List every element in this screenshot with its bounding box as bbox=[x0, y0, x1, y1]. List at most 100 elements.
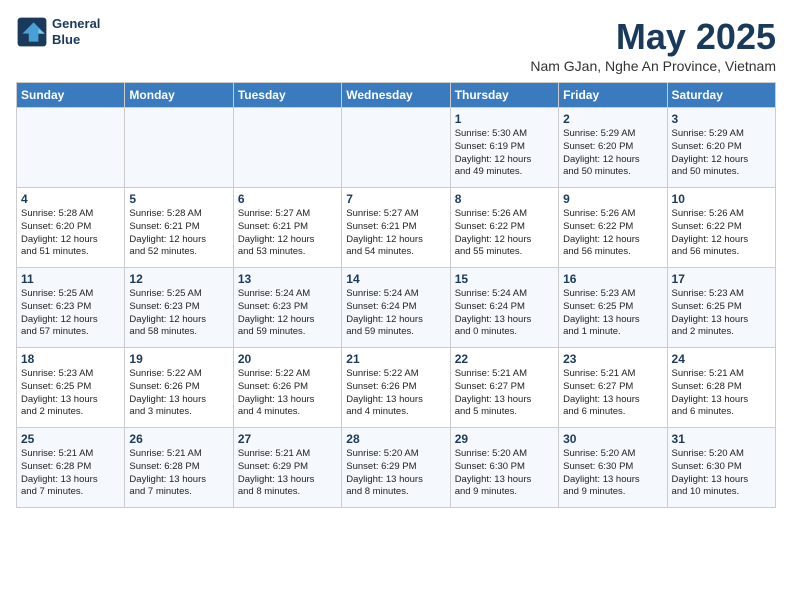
day-info: Sunrise: 5:28 AM Sunset: 6:21 PM Dayligh… bbox=[129, 208, 228, 259]
month-title: May 2025 bbox=[530, 16, 776, 58]
day-number: 17 bbox=[672, 272, 771, 286]
day-info: Sunrise: 5:24 AM Sunset: 6:24 PM Dayligh… bbox=[455, 288, 554, 339]
calendar-cell: 2 Sunrise: 5:29 AM Sunset: 6:20 PM Daylig… bbox=[559, 108, 667, 188]
calendar-cell: 1Sunrise: 5:30 AM Sunset: 6:19 PM Daylig… bbox=[450, 108, 558, 188]
day-info: Sunrise: 5:26 AM Sunset: 6:22 PM Dayligh… bbox=[455, 208, 554, 259]
calendar-cell: 24Sunrise: 5:21 AM Sunset: 6:28 PM Dayli… bbox=[667, 348, 775, 428]
calendar-week-5: 25 Sunrise: 5:21 AM Sunset: 6:28 PM Dayli… bbox=[17, 428, 776, 508]
weekday-header-wednesday: Wednesday bbox=[342, 83, 450, 108]
weekday-header-thursday: Thursday bbox=[450, 83, 558, 108]
day-number: 15 bbox=[455, 272, 554, 286]
day-info: Sunrise: 5:23 AM Sunset: 6:25 PM Dayligh… bbox=[21, 368, 120, 419]
day-number: 10 bbox=[672, 192, 771, 206]
calendar-cell: 23 Sunrise: 5:21 AM Sunset: 6:27 PM Dayli… bbox=[559, 348, 667, 428]
day-number: 16 bbox=[563, 272, 662, 286]
calendar-cell: 25 Sunrise: 5:21 AM Sunset: 6:28 PM Dayli… bbox=[17, 428, 125, 508]
day-info: Sunrise: 5:22 AM Sunset: 6:26 PM Dayligh… bbox=[346, 368, 445, 419]
calendar-cell: 27 Sunrise: 5:21 AM Sunset: 6:29 PM Dayli… bbox=[233, 428, 341, 508]
day-number: 8 bbox=[455, 192, 554, 206]
calendar-cell: 12 Sunrise: 5:25 AM Sunset: 6:23 PM Dayli… bbox=[125, 268, 233, 348]
day-info: Sunrise: 5:20 AM Sunset: 6:30 PM Dayligh… bbox=[455, 448, 554, 499]
day-info: Sunrise: 5:20 AM Sunset: 6:29 PM Dayligh… bbox=[346, 448, 445, 499]
day-info: Sunrise: 5:23 AM Sunset: 6:25 PM Dayligh… bbox=[563, 288, 662, 339]
day-info: Sunrise: 5:25 AM Sunset: 6:23 PM Dayligh… bbox=[21, 288, 120, 339]
calendar-week-1: 1Sunrise: 5:30 AM Sunset: 6:19 PM Daylig… bbox=[17, 108, 776, 188]
day-info: Sunrise: 5:27 AM Sunset: 6:21 PM Dayligh… bbox=[238, 208, 337, 259]
day-info: Sunrise: 5:29 AM Sunset: 6:20 PM Dayligh… bbox=[563, 128, 662, 179]
day-info: Sunrise: 5:21 AM Sunset: 6:27 PM Dayligh… bbox=[455, 368, 554, 419]
day-number: 27 bbox=[238, 432, 337, 446]
day-number: 25 bbox=[21, 432, 120, 446]
day-info: Sunrise: 5:27 AM Sunset: 6:21 PM Dayligh… bbox=[346, 208, 445, 259]
title-area: May 2025 Nam GJan, Nghe An Province, Vie… bbox=[530, 16, 776, 74]
day-number: 31 bbox=[672, 432, 771, 446]
day-number: 24 bbox=[672, 352, 771, 366]
day-number: 14 bbox=[346, 272, 445, 286]
day-info: Sunrise: 5:25 AM Sunset: 6:23 PM Dayligh… bbox=[129, 288, 228, 339]
day-info: Sunrise: 5:22 AM Sunset: 6:26 PM Dayligh… bbox=[238, 368, 337, 419]
day-number: 4 bbox=[21, 192, 120, 206]
calendar-cell: 17 Sunrise: 5:23 AM Sunset: 6:25 PM Dayli… bbox=[667, 268, 775, 348]
calendar-cell bbox=[125, 108, 233, 188]
day-number: 18 bbox=[21, 352, 120, 366]
logo-icon bbox=[16, 16, 48, 48]
day-info: Sunrise: 5:26 AM Sunset: 6:22 PM Dayligh… bbox=[672, 208, 771, 259]
day-info: Sunrise: 5:26 AM Sunset: 6:22 PM Dayligh… bbox=[563, 208, 662, 259]
weekday-header-tuesday: Tuesday bbox=[233, 83, 341, 108]
day-info: Sunrise: 5:21 AM Sunset: 6:28 PM Dayligh… bbox=[21, 448, 120, 499]
day-number: 11 bbox=[21, 272, 120, 286]
day-number: 28 bbox=[346, 432, 445, 446]
day-number: 6 bbox=[238, 192, 337, 206]
calendar-cell: 4Sunrise: 5:28 AM Sunset: 6:20 PM Daylig… bbox=[17, 188, 125, 268]
weekday-header-row: SundayMondayTuesdayWednesdayThursdayFrid… bbox=[17, 83, 776, 108]
day-number: 21 bbox=[346, 352, 445, 366]
day-info: Sunrise: 5:29 AM Sunset: 6:20 PM Dayligh… bbox=[672, 128, 771, 179]
day-number: 22 bbox=[455, 352, 554, 366]
day-number: 29 bbox=[455, 432, 554, 446]
calendar-cell: 31 Sunrise: 5:20 AM Sunset: 6:30 PM Dayli… bbox=[667, 428, 775, 508]
day-number: 23 bbox=[563, 352, 662, 366]
calendar-cell: 7 Sunrise: 5:27 AM Sunset: 6:21 PM Daylig… bbox=[342, 188, 450, 268]
calendar-week-2: 4Sunrise: 5:28 AM Sunset: 6:20 PM Daylig… bbox=[17, 188, 776, 268]
calendar-cell: 28 Sunrise: 5:20 AM Sunset: 6:29 PM Dayli… bbox=[342, 428, 450, 508]
day-number: 5 bbox=[129, 192, 228, 206]
calendar-cell: 18 Sunrise: 5:23 AM Sunset: 6:25 PM Dayli… bbox=[17, 348, 125, 428]
calendar-cell: 5 Sunrise: 5:28 AM Sunset: 6:21 PM Daylig… bbox=[125, 188, 233, 268]
calendar-cell: 19 Sunrise: 5:22 AM Sunset: 6:26 PM Dayli… bbox=[125, 348, 233, 428]
day-info: Sunrise: 5:21 AM Sunset: 6:29 PM Dayligh… bbox=[238, 448, 337, 499]
day-info: Sunrise: 5:23 AM Sunset: 6:25 PM Dayligh… bbox=[672, 288, 771, 339]
calendar-cell bbox=[342, 108, 450, 188]
day-number: 19 bbox=[129, 352, 228, 366]
day-number: 7 bbox=[346, 192, 445, 206]
location-subtitle: Nam GJan, Nghe An Province, Vietnam bbox=[530, 58, 776, 74]
day-info: Sunrise: 5:22 AM Sunset: 6:26 PM Dayligh… bbox=[129, 368, 228, 419]
logo: General Blue bbox=[16, 16, 100, 48]
day-info: Sunrise: 5:24 AM Sunset: 6:23 PM Dayligh… bbox=[238, 288, 337, 339]
calendar-week-4: 18 Sunrise: 5:23 AM Sunset: 6:25 PM Dayli… bbox=[17, 348, 776, 428]
day-info: Sunrise: 5:20 AM Sunset: 6:30 PM Dayligh… bbox=[672, 448, 771, 499]
calendar-cell: 26 Sunrise: 5:21 AM Sunset: 6:28 PM Dayli… bbox=[125, 428, 233, 508]
calendar-cell: 30Sunrise: 5:20 AM Sunset: 6:30 PM Dayli… bbox=[559, 428, 667, 508]
day-info: Sunrise: 5:24 AM Sunset: 6:24 PM Dayligh… bbox=[346, 288, 445, 339]
day-number: 12 bbox=[129, 272, 228, 286]
calendar-table: SundayMondayTuesdayWednesdayThursdayFrid… bbox=[16, 82, 776, 508]
day-info: Sunrise: 5:21 AM Sunset: 6:28 PM Dayligh… bbox=[129, 448, 228, 499]
calendar-cell bbox=[233, 108, 341, 188]
weekday-header-saturday: Saturday bbox=[667, 83, 775, 108]
calendar-cell: 11 Sunrise: 5:25 AM Sunset: 6:23 PM Dayli… bbox=[17, 268, 125, 348]
day-number: 2 bbox=[563, 112, 662, 126]
day-number: 1 bbox=[455, 112, 554, 126]
calendar-cell: 6 Sunrise: 5:27 AM Sunset: 6:21 PM Daylig… bbox=[233, 188, 341, 268]
day-info: Sunrise: 5:21 AM Sunset: 6:27 PM Dayligh… bbox=[563, 368, 662, 419]
day-number: 9 bbox=[563, 192, 662, 206]
day-number: 26 bbox=[129, 432, 228, 446]
day-number: 13 bbox=[238, 272, 337, 286]
logo-line2: Blue bbox=[52, 32, 100, 48]
calendar-cell: 15 Sunrise: 5:24 AM Sunset: 6:24 PM Dayli… bbox=[450, 268, 558, 348]
calendar-cell: 10 Sunrise: 5:26 AM Sunset: 6:22 PM Dayli… bbox=[667, 188, 775, 268]
logo-line1: General bbox=[52, 16, 100, 32]
calendar-cell: 21 Sunrise: 5:22 AM Sunset: 6:26 PM Dayli… bbox=[342, 348, 450, 428]
calendar-cell: 9 Sunrise: 5:26 AM Sunset: 6:22 PM Daylig… bbox=[559, 188, 667, 268]
weekday-header-friday: Friday bbox=[559, 83, 667, 108]
weekday-header-monday: Monday bbox=[125, 83, 233, 108]
